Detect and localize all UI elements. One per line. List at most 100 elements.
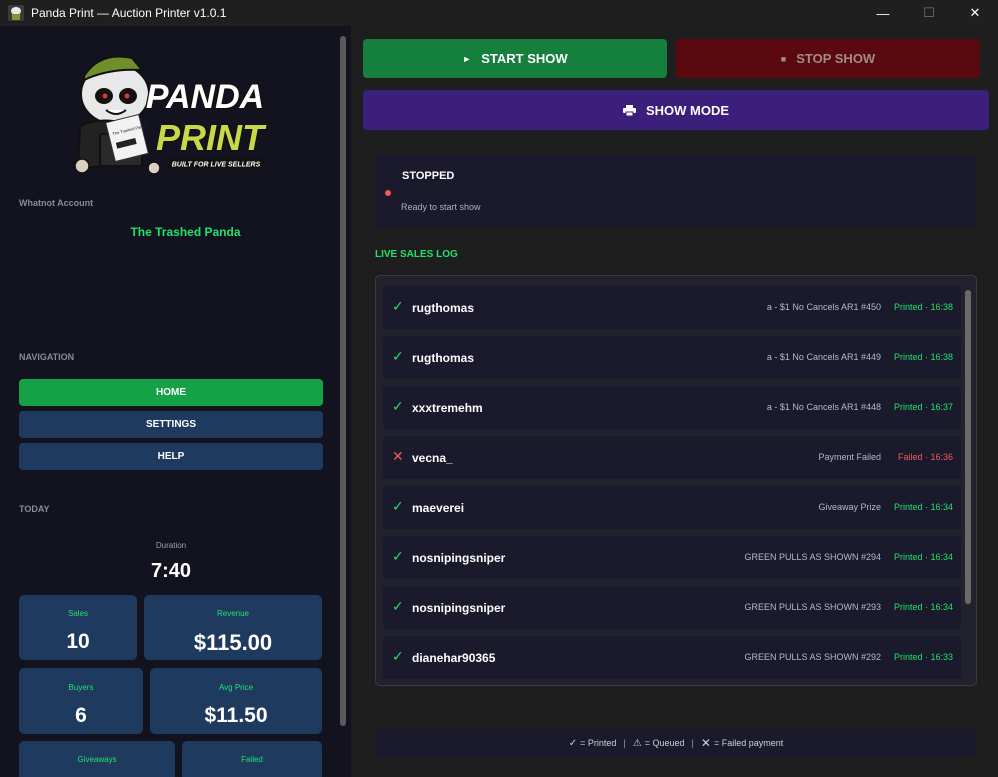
log-status: Printed · 16:33	[893, 652, 953, 662]
stat-giveaways-label: Giveaways	[77, 755, 117, 764]
log-item: GREEN PULLS AS SHOWN #294	[744, 552, 881, 562]
start-show-label: START SHOW	[481, 51, 568, 66]
check-icon: ✓	[392, 498, 404, 514]
legend-separator: |	[623, 738, 626, 748]
log-username: dianehar90365	[412, 651, 496, 665]
stat-revenue: Revenue $115.00	[144, 595, 322, 660]
log-status: Printed · 16:38	[893, 302, 953, 312]
start-show-button[interactable]: ► START SHOW	[363, 39, 667, 78]
stat-failed-label: Failed	[241, 755, 263, 764]
show-mode-label: SHOW MODE	[645, 102, 730, 118]
check-icon: ✓	[392, 548, 404, 564]
stat-failed: Failed	[182, 741, 322, 777]
nav-settings-button[interactable]: SETTINGS	[19, 411, 323, 438]
stat-buyers-value: 6	[75, 704, 87, 727]
log-status: Printed · 16:34	[893, 552, 953, 562]
stat-avg-price-label: Avg Price	[218, 683, 254, 692]
minimize-button[interactable]: —	[860, 0, 906, 26]
check-icon: ✓	[392, 348, 404, 364]
check-icon: ✓	[392, 648, 404, 664]
live-sales-log-label: LIVE SALES LOG	[375, 249, 458, 260]
log-row: ✓ nosnipingsniper GREEN PULLS AS SHOWN #29…	[383, 586, 961, 629]
duration-value: 7:40	[150, 560, 192, 582]
legend-separator: |	[691, 738, 694, 748]
app-icon	[8, 5, 24, 21]
log-item: Giveaway Prize	[818, 502, 881, 512]
log-username: xxxtremehm	[412, 401, 483, 415]
legend-bar: ✓ = Printed | ⚠ = Queued | ✕ = Failed pa…	[375, 729, 977, 757]
status-dot	[385, 190, 391, 196]
log-item: GREEN PULLS AS SHOWN #293	[744, 602, 881, 612]
stat-avg-price: Avg Price $11.50	[150, 668, 322, 734]
x-icon: ✕	[392, 448, 404, 464]
duration-label: Duration	[155, 541, 187, 550]
close-button[interactable]: ✕	[952, 0, 998, 26]
navigation-section-label: NAVIGATION	[19, 352, 75, 362]
status-card: STOPPED Ready to start show	[375, 155, 977, 228]
stat-avg-price-value: $11.50	[204, 704, 268, 727]
nav-home-button[interactable]: HOME	[19, 379, 323, 406]
stop-icon: ■	[780, 53, 787, 64]
today-section-label: TODAY	[19, 504, 50, 514]
check-icon: ✓	[392, 598, 404, 614]
log-item: Payment Failed	[818, 452, 881, 462]
log-row: ✓ rugthomas a - $1 No Cancels AR1 #450 Prin…	[383, 286, 961, 329]
window-title: Panda Print — Auction Printer v1.0.1	[31, 6, 227, 20]
sidebar-scrollbar[interactable]	[340, 36, 346, 726]
log-item: a - $1 No Cancels AR1 #450	[766, 302, 881, 312]
log-username: rugthomas	[412, 301, 475, 315]
stat-giveaways: Giveaways	[19, 741, 175, 777]
stat-buyers-label: Buyers	[68, 683, 94, 692]
legend-queued: = Queued	[644, 738, 685, 748]
log-row: ✓ dianehar90365 GREEN PULLS AS SHOWN #292 P…	[383, 636, 961, 679]
log-row: ✕ vecna_ Payment Failed Failed · 16:36	[383, 436, 961, 479]
stat-sales: Sales 10	[19, 595, 137, 660]
live-sales-log: ✓ rugthomas a - $1 No Cancels AR1 #450 Prin…	[375, 275, 977, 686]
account-section-label: Whatnot Account	[19, 198, 94, 208]
log-status: Failed · 16:36	[897, 452, 953, 462]
window-controls: — ☐ ✕	[860, 0, 998, 26]
stat-sales-value: 10	[66, 630, 90, 653]
status-title: STOPPED	[402, 170, 455, 182]
status-subtitle: Ready to start show	[401, 202, 481, 212]
logo-word-print: PRINT	[156, 117, 267, 158]
legend-printed: = Printed	[580, 738, 617, 748]
stat-sales-label: Sales	[67, 609, 88, 618]
log-username: vecna_	[412, 451, 453, 465]
check-icon: ✓	[392, 298, 404, 314]
log-item: GREEN PULLS AS SHOWN #292	[744, 652, 881, 662]
stat-revenue-label: Revenue	[216, 609, 250, 618]
printed-icon: ✓	[568, 737, 578, 749]
stop-show-label: STOP SHOW	[796, 51, 876, 66]
logo-tagline: BUILT FOR LIVE SELLERS	[172, 162, 261, 169]
log-status: Printed · 16:37	[893, 402, 953, 412]
log-row: ✓ maeverei Giveaway Prize Printed · 16:34	[383, 486, 961, 529]
title-bar: Panda Print — Auction Printer v1.0.1 — ☐…	[0, 0, 998, 26]
logo-word-panda: PANDA	[146, 78, 264, 116]
stat-revenue-value: $115.00	[193, 630, 273, 655]
log-row: ✓ xxxtremehm a - $1 No Cancels AR1 #448 Pri…	[383, 386, 961, 429]
log-username: nosnipingsniper	[412, 551, 506, 565]
maximize-button[interactable]: ☐	[906, 0, 952, 26]
log-status: Printed · 16:38	[893, 352, 953, 362]
stop-show-button[interactable]: ■ STOP SHOW	[676, 39, 980, 78]
printer-icon	[622, 104, 636, 117]
nav-help-button[interactable]: HELP	[19, 443, 323, 470]
log-username: nosnipingsniper	[412, 601, 506, 615]
warning-icon: ⚠	[632, 737, 642, 749]
show-mode-button[interactable]: SHOW MODE	[363, 90, 989, 130]
log-scrollbar[interactable]	[965, 290, 971, 604]
stat-buyers: Buyers 6	[19, 668, 143, 734]
play-icon: ►	[462, 53, 472, 64]
sidebar: The Trashed Panda PANDA PRINT BUILT FOR …	[0, 26, 351, 777]
log-item: a - $1 No Cancels AR1 #449	[766, 352, 881, 362]
panda-print-logo: The Trashed Panda PANDA PRINT BUILT FOR …	[74, 55, 268, 175]
legend-failed: = Failed payment	[713, 738, 784, 748]
account-name: The Trashed Panda	[130, 225, 241, 239]
log-row: ✓ rugthomas a - $1 No Cancels AR1 #449 Prin…	[383, 336, 961, 379]
x-icon: ✕	[700, 736, 711, 750]
log-status: Printed · 16:34	[893, 502, 953, 512]
log-row: ✓ nosnipingsniper GREEN PULLS AS SHOWN #29…	[383, 536, 961, 579]
log-item: a - $1 No Cancels AR1 #448	[766, 402, 881, 412]
check-icon: ✓	[392, 398, 404, 414]
